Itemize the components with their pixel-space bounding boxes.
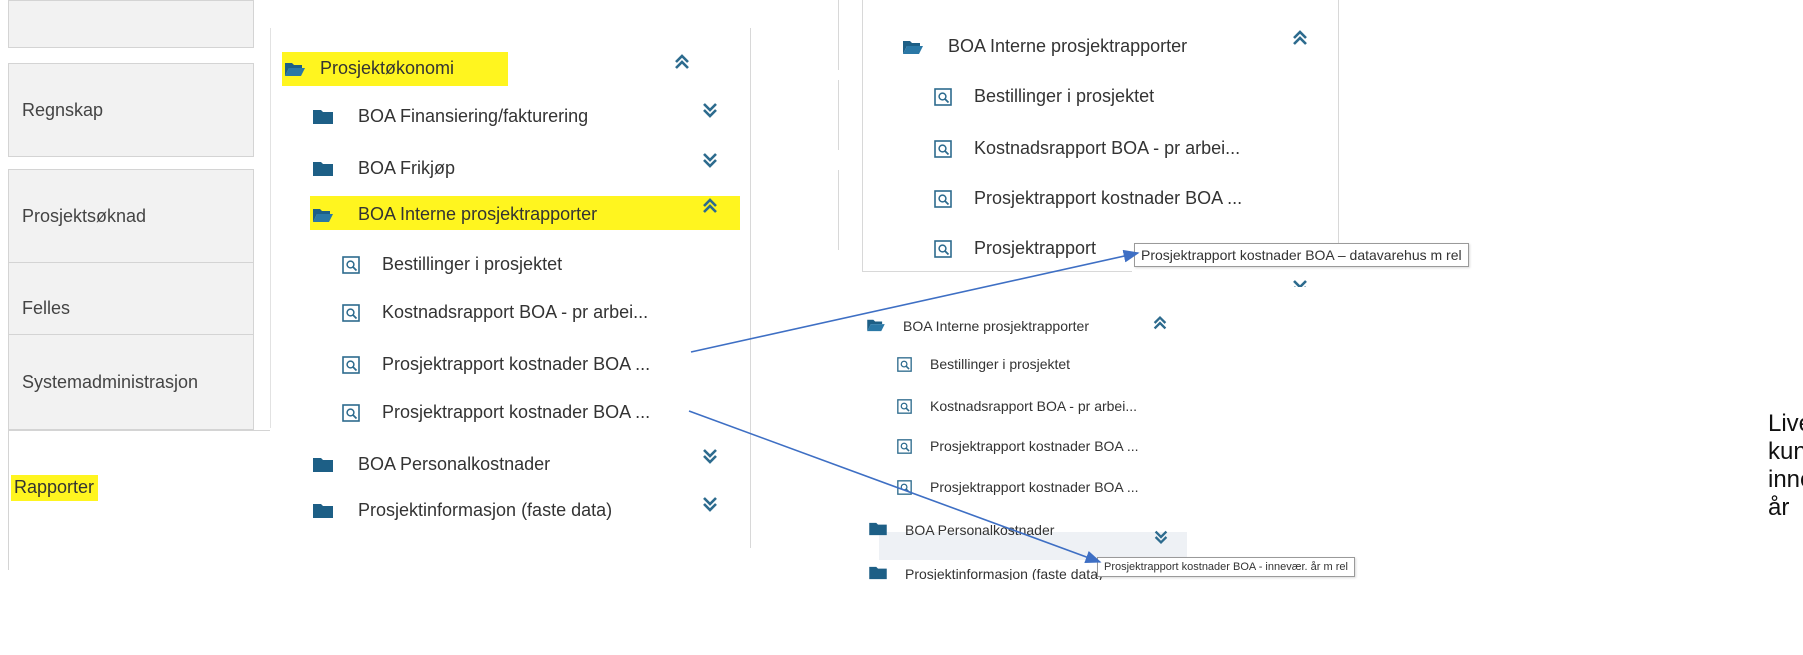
- annotation-note: Live kun inne år: [1768, 410, 1803, 522]
- arrow-line: [690, 249, 1140, 353]
- annotation-arrows: [688, 249, 1140, 564]
- annotation-line: Live: [1768, 410, 1803, 437]
- annotation-line: år: [1768, 494, 1790, 521]
- annotation-line: kun: [1768, 438, 1803, 465]
- arrow-line: [688, 410, 1102, 564]
- annotation-line: inne: [1768, 466, 1803, 493]
